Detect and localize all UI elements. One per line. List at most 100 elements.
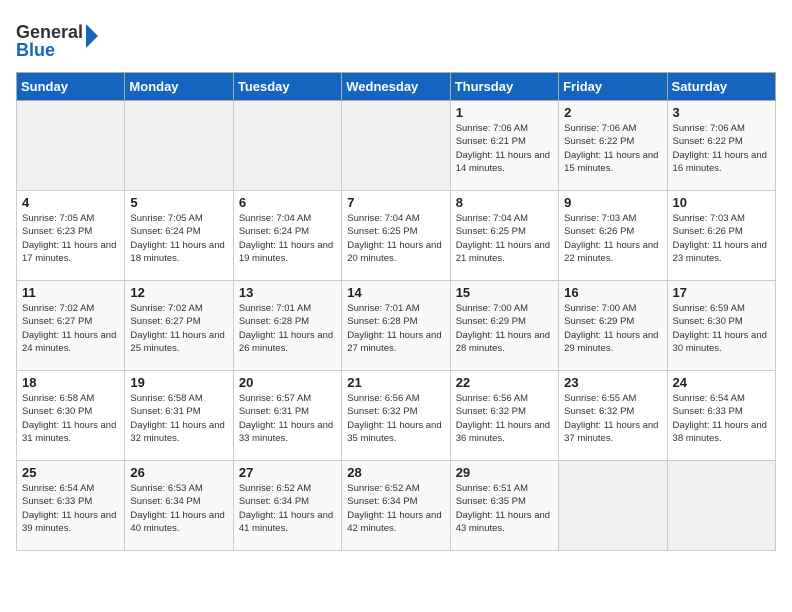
column-header-sunday: Sunday	[17, 73, 125, 101]
day-info: Sunrise: 7:02 AM Sunset: 6:27 PM Dayligh…	[130, 302, 227, 355]
day-info: Sunrise: 7:04 AM Sunset: 6:25 PM Dayligh…	[347, 212, 444, 265]
day-info: Sunrise: 7:06 AM Sunset: 6:21 PM Dayligh…	[456, 122, 553, 175]
day-info: Sunrise: 6:54 AM Sunset: 6:33 PM Dayligh…	[673, 392, 770, 445]
svg-text:General: General	[16, 22, 83, 42]
column-header-monday: Monday	[125, 73, 233, 101]
day-info: Sunrise: 7:04 AM Sunset: 6:25 PM Dayligh…	[456, 212, 553, 265]
week-row-5: 25 Sunrise: 6:54 AM Sunset: 6:33 PM Dayli…	[17, 461, 776, 551]
week-row-1: 1 Sunrise: 7:06 AM Sunset: 6:21 PM Daylig…	[17, 101, 776, 191]
day-info: Sunrise: 6:53 AM Sunset: 6:34 PM Dayligh…	[130, 482, 227, 535]
day-number: 19	[130, 375, 227, 390]
day-cell: 13 Sunrise: 7:01 AM Sunset: 6:28 PM Dayli…	[233, 281, 341, 371]
calendar-body: 1 Sunrise: 7:06 AM Sunset: 6:21 PM Daylig…	[17, 101, 776, 551]
day-info: Sunrise: 6:58 AM Sunset: 6:30 PM Dayligh…	[22, 392, 119, 445]
day-number: 13	[239, 285, 336, 300]
day-cell: 28 Sunrise: 6:52 AM Sunset: 6:34 PM Dayli…	[342, 461, 450, 551]
day-number: 7	[347, 195, 444, 210]
calendar-header: SundayMondayTuesdayWednesdayThursdayFrid…	[17, 73, 776, 101]
logo-icon: GeneralBlue	[16, 16, 106, 64]
column-header-friday: Friday	[559, 73, 667, 101]
day-info: Sunrise: 6:57 AM Sunset: 6:31 PM Dayligh…	[239, 392, 336, 445]
day-info: Sunrise: 7:00 AM Sunset: 6:29 PM Dayligh…	[564, 302, 661, 355]
day-info: Sunrise: 7:05 AM Sunset: 6:23 PM Dayligh…	[22, 212, 119, 265]
day-number: 29	[456, 465, 553, 480]
day-cell: 21 Sunrise: 6:56 AM Sunset: 6:32 PM Dayli…	[342, 371, 450, 461]
day-number: 28	[347, 465, 444, 480]
day-info: Sunrise: 7:01 AM Sunset: 6:28 PM Dayligh…	[347, 302, 444, 355]
day-number: 16	[564, 285, 661, 300]
day-cell: 24 Sunrise: 6:54 AM Sunset: 6:33 PM Dayli…	[667, 371, 775, 461]
day-number: 17	[673, 285, 770, 300]
day-cell: 2 Sunrise: 7:06 AM Sunset: 6:22 PM Daylig…	[559, 101, 667, 191]
day-cell: 10Sunrise: 7:03 AM Sunset: 6:26 PM Dayli…	[667, 191, 775, 281]
day-number: 5	[130, 195, 227, 210]
day-number: 21	[347, 375, 444, 390]
day-number: 2	[564, 105, 661, 120]
day-cell	[233, 101, 341, 191]
day-number: 9	[564, 195, 661, 210]
day-number: 24	[673, 375, 770, 390]
day-info: Sunrise: 7:02 AM Sunset: 6:27 PM Dayligh…	[22, 302, 119, 355]
day-info: Sunrise: 6:54 AM Sunset: 6:33 PM Dayligh…	[22, 482, 119, 535]
week-row-3: 11Sunrise: 7:02 AM Sunset: 6:27 PM Dayli…	[17, 281, 776, 371]
day-cell: 26 Sunrise: 6:53 AM Sunset: 6:34 PM Dayli…	[125, 461, 233, 551]
day-info: Sunrise: 6:59 AM Sunset: 6:30 PM Dayligh…	[673, 302, 770, 355]
day-number: 20	[239, 375, 336, 390]
day-number: 23	[564, 375, 661, 390]
day-info: Sunrise: 6:56 AM Sunset: 6:32 PM Dayligh…	[456, 392, 553, 445]
day-number: 26	[130, 465, 227, 480]
day-number: 27	[239, 465, 336, 480]
day-number: 4	[22, 195, 119, 210]
calendar-table: SundayMondayTuesdayWednesdayThursdayFrid…	[16, 72, 776, 551]
day-cell: 6Sunrise: 7:04 AM Sunset: 6:24 PM Daylig…	[233, 191, 341, 281]
day-cell: 7 Sunrise: 7:04 AM Sunset: 6:25 PM Daylig…	[342, 191, 450, 281]
day-cell: 22 Sunrise: 6:56 AM Sunset: 6:32 PM Dayli…	[450, 371, 558, 461]
day-cell: 17 Sunrise: 6:59 AM Sunset: 6:30 PM Dayli…	[667, 281, 775, 371]
day-cell: 25 Sunrise: 6:54 AM Sunset: 6:33 PM Dayli…	[17, 461, 125, 551]
day-cell	[559, 461, 667, 551]
day-cell: 3Sunrise: 7:06 AM Sunset: 6:22 PM Daylig…	[667, 101, 775, 191]
week-row-2: 4 Sunrise: 7:05 AM Sunset: 6:23 PM Daylig…	[17, 191, 776, 281]
day-cell: 23 Sunrise: 6:55 AM Sunset: 6:32 PM Dayli…	[559, 371, 667, 461]
day-number: 8	[456, 195, 553, 210]
day-number: 12	[130, 285, 227, 300]
day-number: 3	[673, 105, 770, 120]
day-cell: 15Sunrise: 7:00 AM Sunset: 6:29 PM Dayli…	[450, 281, 558, 371]
day-info: Sunrise: 6:55 AM Sunset: 6:32 PM Dayligh…	[564, 392, 661, 445]
column-header-wednesday: Wednesday	[342, 73, 450, 101]
day-cell: 29 Sunrise: 6:51 AM Sunset: 6:35 PM Dayli…	[450, 461, 558, 551]
day-cell: 19Sunrise: 6:58 AM Sunset: 6:31 PM Dayli…	[125, 371, 233, 461]
svg-text:Blue: Blue	[16, 40, 55, 60]
day-info: Sunrise: 7:05 AM Sunset: 6:24 PM Dayligh…	[130, 212, 227, 265]
day-info: Sunrise: 6:51 AM Sunset: 6:35 PM Dayligh…	[456, 482, 553, 535]
day-info: Sunrise: 7:04 AM Sunset: 6:24 PM Dayligh…	[239, 212, 336, 265]
day-number: 14	[347, 285, 444, 300]
header-row: SundayMondayTuesdayWednesdayThursdayFrid…	[17, 73, 776, 101]
column-header-thursday: Thursday	[450, 73, 558, 101]
day-number: 1	[456, 105, 553, 120]
logo: GeneralBlue	[16, 16, 106, 64]
day-cell: 1 Sunrise: 7:06 AM Sunset: 6:21 PM Daylig…	[450, 101, 558, 191]
day-cell: 14 Sunrise: 7:01 AM Sunset: 6:28 PM Dayli…	[342, 281, 450, 371]
day-cell	[342, 101, 450, 191]
day-info: Sunrise: 6:52 AM Sunset: 6:34 PM Dayligh…	[239, 482, 336, 535]
day-cell: 20 Sunrise: 6:57 AM Sunset: 6:31 PM Dayli…	[233, 371, 341, 461]
day-cell	[667, 461, 775, 551]
day-info: Sunrise: 7:06 AM Sunset: 6:22 PM Dayligh…	[564, 122, 661, 175]
day-number: 15	[456, 285, 553, 300]
day-cell: 11Sunrise: 7:02 AM Sunset: 6:27 PM Dayli…	[17, 281, 125, 371]
day-cell: 18Sunrise: 6:58 AM Sunset: 6:30 PM Dayli…	[17, 371, 125, 461]
day-cell: 8 Sunrise: 7:04 AM Sunset: 6:25 PM Daylig…	[450, 191, 558, 281]
day-cell: 27 Sunrise: 6:52 AM Sunset: 6:34 PM Dayli…	[233, 461, 341, 551]
week-row-4: 18Sunrise: 6:58 AM Sunset: 6:30 PM Dayli…	[17, 371, 776, 461]
day-info: Sunrise: 6:56 AM Sunset: 6:32 PM Dayligh…	[347, 392, 444, 445]
day-number: 25	[22, 465, 119, 480]
day-info: Sunrise: 7:01 AM Sunset: 6:28 PM Dayligh…	[239, 302, 336, 355]
column-header-saturday: Saturday	[667, 73, 775, 101]
day-info: Sunrise: 6:52 AM Sunset: 6:34 PM Dayligh…	[347, 482, 444, 535]
day-cell: 9Sunrise: 7:03 AM Sunset: 6:26 PM Daylig…	[559, 191, 667, 281]
day-number: 22	[456, 375, 553, 390]
day-cell	[125, 101, 233, 191]
day-cell	[17, 101, 125, 191]
page-header: GeneralBlue	[16, 16, 776, 64]
